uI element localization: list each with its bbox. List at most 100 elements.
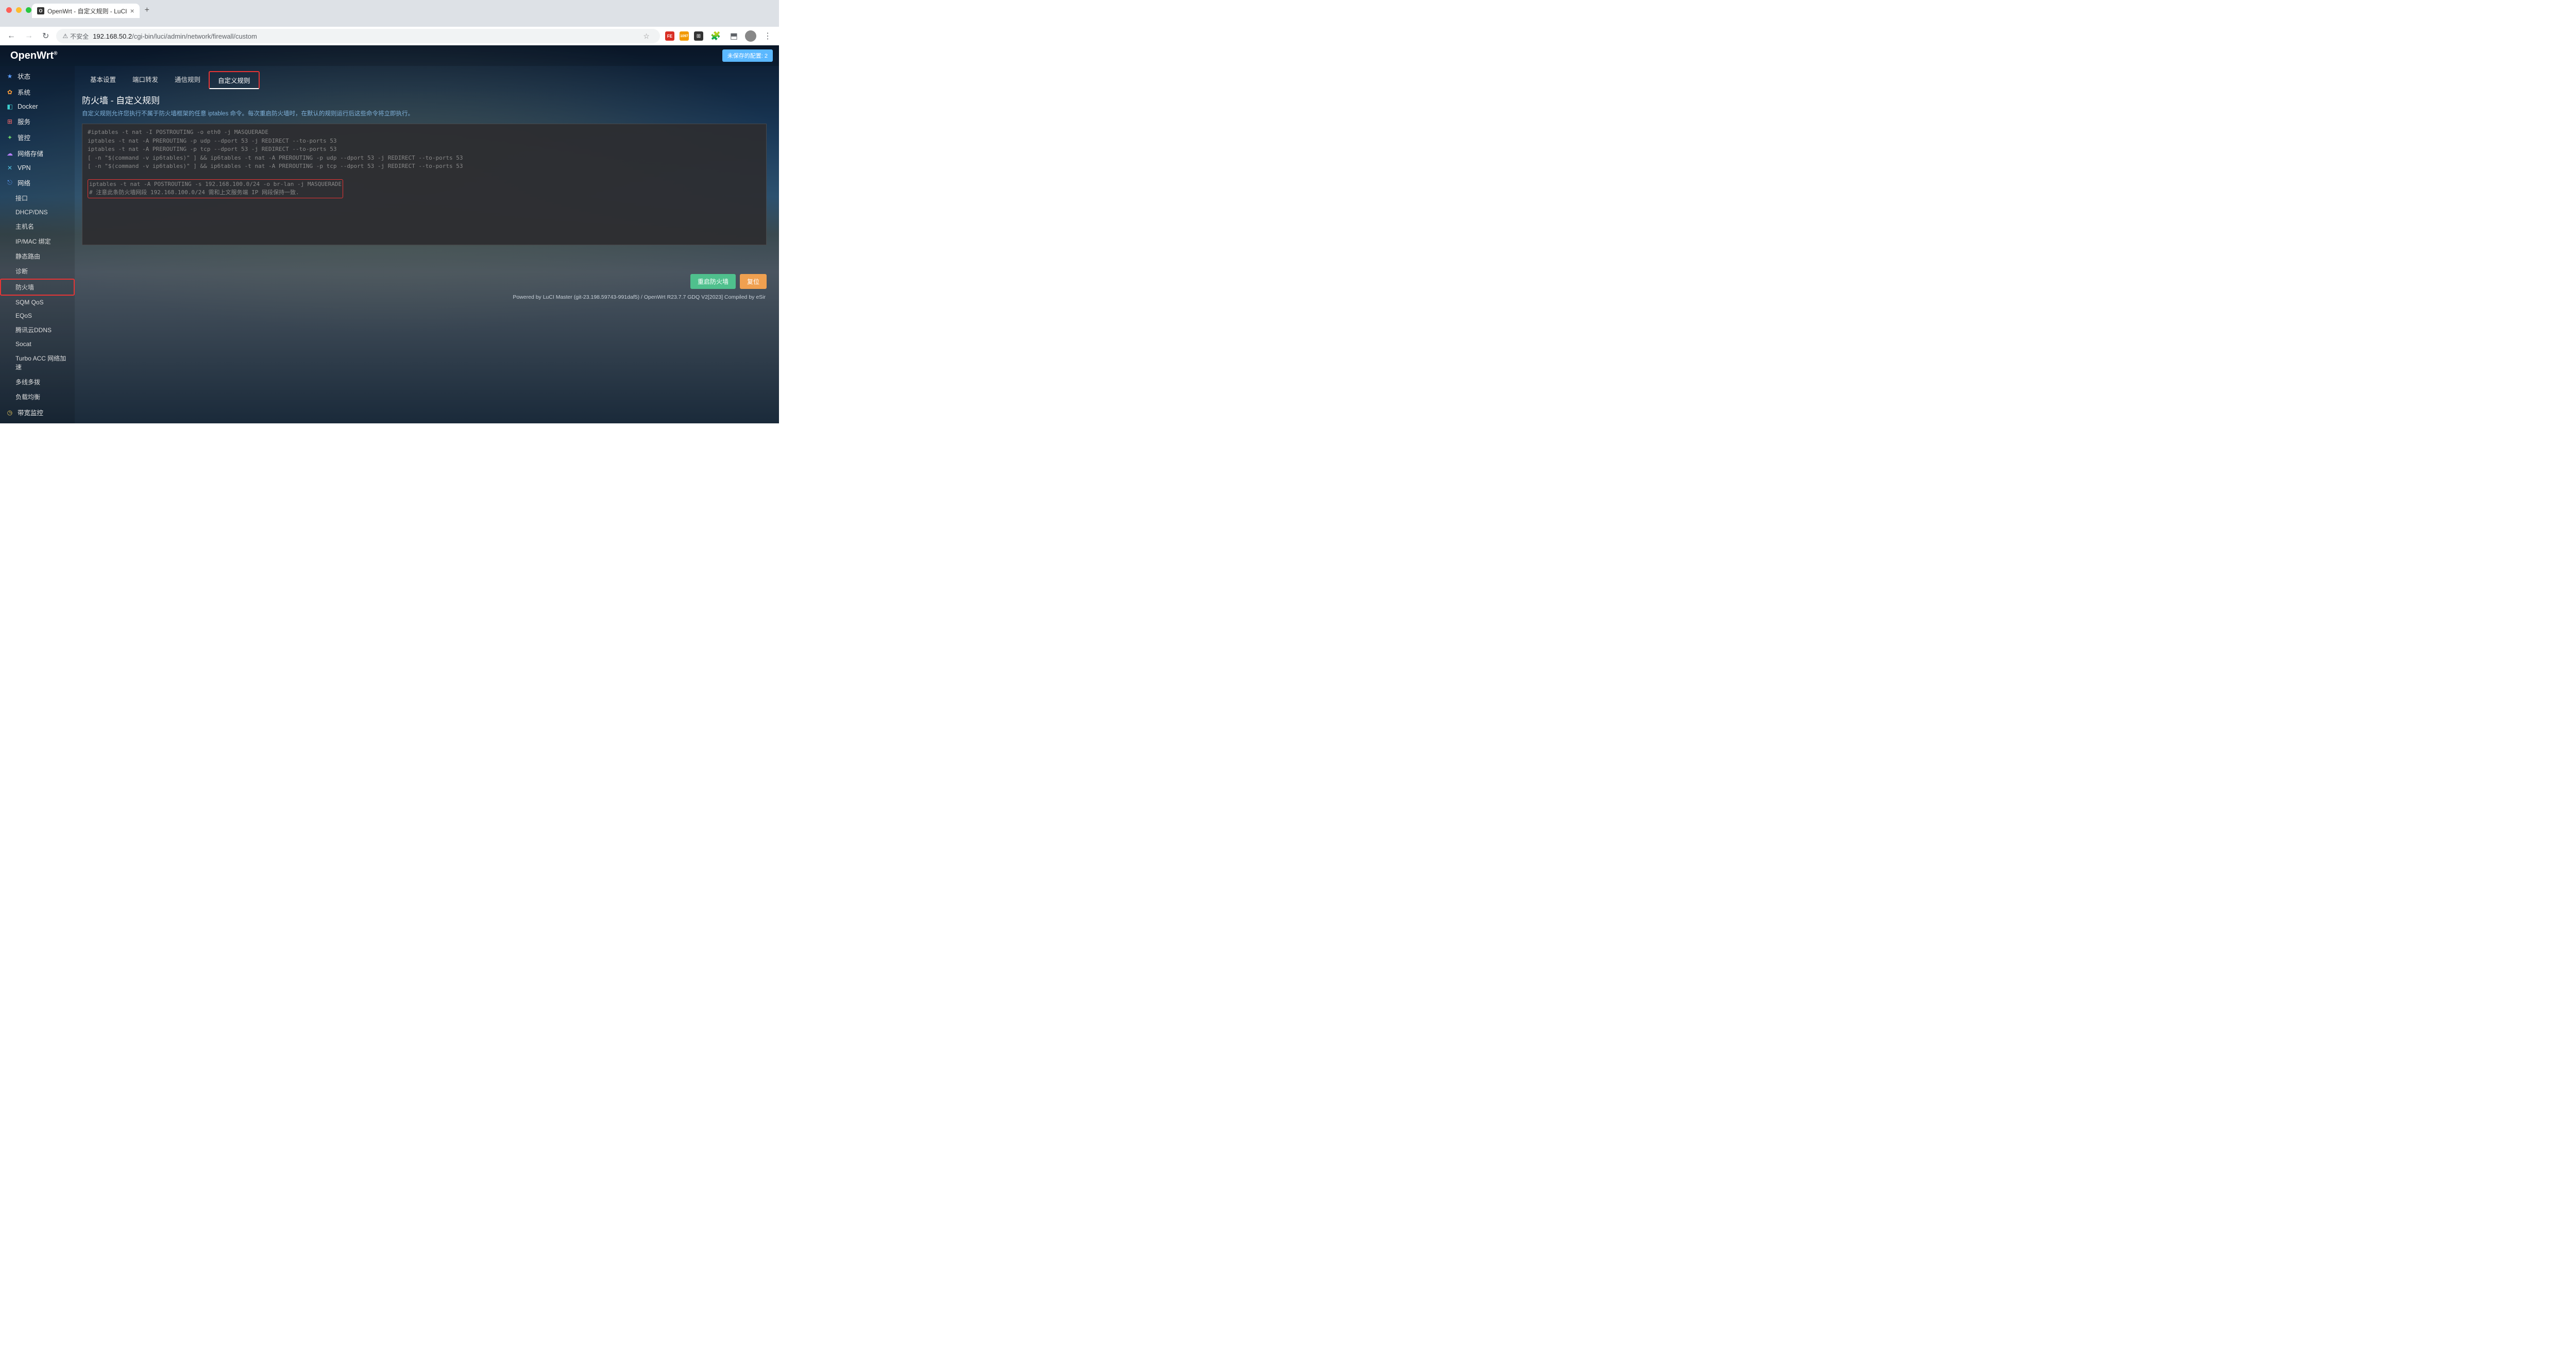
warning-icon: ⚠ — [62, 32, 68, 40]
sidebar-item-系统[interactable]: ✿ 系统 — [0, 84, 75, 100]
window-minimize-button[interactable] — [16, 7, 22, 13]
code-line: [ -n "$(command -v ip6tables)" ] && ip6t… — [88, 162, 761, 171]
new-tab-button[interactable]: + — [140, 6, 155, 15]
page: OpenWrt® 未保存的配置: 2 ★状态 ✿ 系统 ◧Docker⊞服务 ✦ 管控 ☁ 网… — [0, 45, 779, 423]
sidebar-icon: ◷ — [6, 409, 13, 416]
nav-back-button[interactable]: ← — [5, 31, 18, 41]
tabs-nav: 基本设置端口转发通信规则自定义规则 — [82, 71, 767, 89]
sidebar-subitem-Turbo ACC 网络加速[interactable]: Turbo ACC 网络加速 — [0, 351, 75, 374]
bookmark-star-icon[interactable]: ☆ — [643, 32, 654, 41]
logo[interactable]: OpenWrt® — [10, 50, 57, 62]
tab-bar: O OpenWrt - 自定义规则 - LuCI × + — [27, 3, 779, 18]
extension-icon[interactable]: FE — [665, 31, 674, 41]
sidebar-item-label: 网络存储 — [18, 148, 43, 158]
code-line: iptables -t nat -A POSTROUTING -s 192.16… — [89, 180, 342, 189]
extensions-menu-icon[interactable]: 🧩 — [708, 31, 723, 41]
sidebar-icon: ✕ — [6, 164, 13, 172]
insecure-badge: ⚠ 不安全 — [62, 32, 89, 41]
sidebar-icon: ☁ — [6, 150, 13, 157]
tab-基本设置[interactable]: 基本设置 — [82, 71, 124, 89]
sidebar-item-label: 主机名 — [15, 222, 34, 231]
sidebar-item-label: 系统 — [18, 87, 30, 97]
page-header: OpenWrt® 未保存的配置: 2 — [0, 45, 779, 66]
sidebar-item-label: 负载均衡 — [15, 392, 40, 401]
sidebar-item-label: 带宽监控 — [18, 407, 43, 417]
sidebar-item-label: EQoS — [15, 312, 32, 319]
nav-forward-button[interactable]: → — [23, 31, 35, 41]
sidebar-item-label: Turbo ACC 网络加速 — [15, 354, 69, 371]
sidebar-item-网络[interactable]: ⎋ 网络 — [0, 175, 75, 191]
sidebar-subitem-DHCP/DNS[interactable]: DHCP/DNS — [0, 206, 75, 219]
sidebar-subitem-诊断[interactable]: 诊断 — [0, 264, 75, 279]
sidebar-item-label: 网络 — [18, 178, 30, 187]
browser-menu-icon[interactable]: ⋮ — [761, 31, 774, 41]
url-input[interactable]: ⚠ 不安全 192.168.50.2/cgi-bin/luci/admin/ne… — [56, 29, 660, 43]
highlighted-code-block: iptables -t nat -A POSTROUTING -s 192.16… — [88, 179, 343, 198]
sidebar-subitem-腾讯云DDNS[interactable]: 腾讯云DDNS — [0, 322, 75, 337]
profile-avatar[interactable] — [745, 30, 756, 42]
sidebar-item-网络存储[interactable]: ☁ 网络存储 — [0, 145, 75, 161]
downloads-icon[interactable]: ⬒ — [728, 31, 740, 41]
browser-chrome: O OpenWrt - 自定义规则 - LuCI × + — [0, 0, 779, 27]
sidebar-subitem-防火墙[interactable]: 防火墙 — [0, 279, 75, 296]
unsaved-changes-badge[interactable]: 未保存的配置: 2 — [722, 49, 773, 62]
sidebar-icon: ⎋ — [6, 179, 13, 186]
sidebar-item-label: 多线多拨 — [15, 378, 40, 386]
action-buttons: 重启防火墙 复位 — [82, 274, 767, 289]
sidebar-subitem-SQM QoS[interactable]: SQM QoS — [0, 296, 75, 309]
sidebar-icon: ✿ — [6, 89, 13, 96]
sidebar-item-带宽监控[interactable]: ◷ 带宽监控 — [0, 404, 75, 420]
sidebar-item-label: 管控 — [18, 132, 30, 142]
sidebar-subitem-负载均衡[interactable]: 负载均衡 — [0, 389, 75, 404]
sidebar-subitem-Socat[interactable]: Socat — [0, 337, 75, 351]
code-line: iptables -t nat -A PREROUTING -p tcp --d… — [88, 145, 761, 154]
tab-通信规则[interactable]: 通信规则 — [166, 71, 209, 89]
reset-button[interactable]: 复位 — [740, 274, 767, 289]
sidebar-item-docker[interactable]: ◧Docker — [0, 100, 75, 113]
sidebar-item-label: Socat — [15, 340, 31, 348]
tab-端口转发[interactable]: 端口转发 — [124, 71, 166, 89]
sidebar-item-退出[interactable]: ↪退出 — [0, 420, 75, 423]
sidebar-subitem-EQoS[interactable]: EQoS — [0, 309, 75, 322]
sidebar-subitem-主机名[interactable]: 主机名 — [0, 219, 75, 234]
sidebar-item-label: IP/MAC 绑定 — [15, 237, 51, 246]
sidebar-subitem-多线多拨[interactable]: 多线多拨 — [0, 374, 75, 389]
sidebar-item-label: VPN — [18, 164, 31, 172]
tab-自定义规则[interactable]: 自定义规则 — [209, 71, 260, 89]
window-maximize-button[interactable] — [26, 7, 31, 13]
extension-icon[interactable]: ⊞ — [694, 31, 703, 41]
restart-firewall-button[interactable]: 重启防火墙 — [690, 274, 736, 289]
extension-icon[interactable]: 1097 — [680, 31, 689, 41]
sidebar-item-label: 服务 — [18, 116, 30, 126]
sidebar-item-label: 诊断 — [15, 267, 28, 276]
sidebar-item-vpn[interactable]: ✕ VPN — [0, 161, 75, 175]
sidebar-item-服务[interactable]: ⊞服务 — [0, 113, 75, 129]
sidebar-subitem-IP/MAC 绑定[interactable]: IP/MAC 绑定 — [0, 234, 75, 249]
sidebar-subitem-静态路由[interactable]: 静态路由 — [0, 249, 75, 264]
code-line: [ -n "$(command -v ip6tables)" ] && ip6t… — [88, 154, 761, 163]
custom-rules-textarea[interactable]: #iptables -t nat -I POSTROUTING -o eth0 … — [82, 124, 767, 245]
extension-icons: FE 1097 ⊞ 🧩 ⬒ ⋮ — [665, 30, 774, 42]
sidebar-item-label: 接口 — [15, 194, 28, 202]
page-title: 防火墙 - 自定义规则 — [82, 93, 767, 106]
layout: ★状态 ✿ 系统 ◧Docker⊞服务 ✦ 管控 ☁ 网络存储 ✕ VPN ⎋ 网络接口 DHCP/DN… — [0, 66, 779, 423]
page-description: 自定义规则允许您执行不属于防火墙框架的任意 iptables 命令。每次重启防火… — [82, 109, 767, 117]
tab-title: OpenWrt - 自定义规则 - LuCI — [47, 7, 127, 15]
url-text: 192.168.50.2/cgi-bin/luci/admin/network/… — [93, 32, 257, 40]
nav-reload-button[interactable]: ↻ — [40, 31, 51, 41]
sidebar-item-管控[interactable]: ✦ 管控 — [0, 129, 75, 145]
sidebar-item-label: 腾讯云DDNS — [15, 326, 52, 334]
main-content: 基本设置端口转发通信规则自定义规则 防火墙 - 自定义规则 自定义规则允许您执行… — [75, 66, 779, 423]
window-close-button[interactable] — [6, 7, 12, 13]
sidebar-subitem-接口[interactable]: 接口 — [0, 191, 75, 206]
address-bar: ← → ↻ ⚠ 不安全 192.168.50.2/cgi-bin/luci/ad… — [0, 27, 779, 45]
sidebar-icon: ✦ — [6, 134, 13, 141]
sidebar-icon: ◧ — [6, 103, 13, 110]
sidebar-item-label: 状态 — [18, 71, 30, 81]
tab-close-icon[interactable]: × — [130, 7, 134, 15]
sidebar-item-label: DHCP/DNS — [15, 209, 48, 216]
code-line: # 注意此条防火墙网段 192.168.100.0/24 需和上文服务端 IP … — [89, 189, 342, 197]
sidebar-item-状态[interactable]: ★状态 — [0, 68, 75, 84]
browser-tab[interactable]: O OpenWrt - 自定义规则 - LuCI × — [32, 4, 140, 18]
code-line: iptables -t nat -A PREROUTING -p udp --d… — [88, 137, 761, 146]
